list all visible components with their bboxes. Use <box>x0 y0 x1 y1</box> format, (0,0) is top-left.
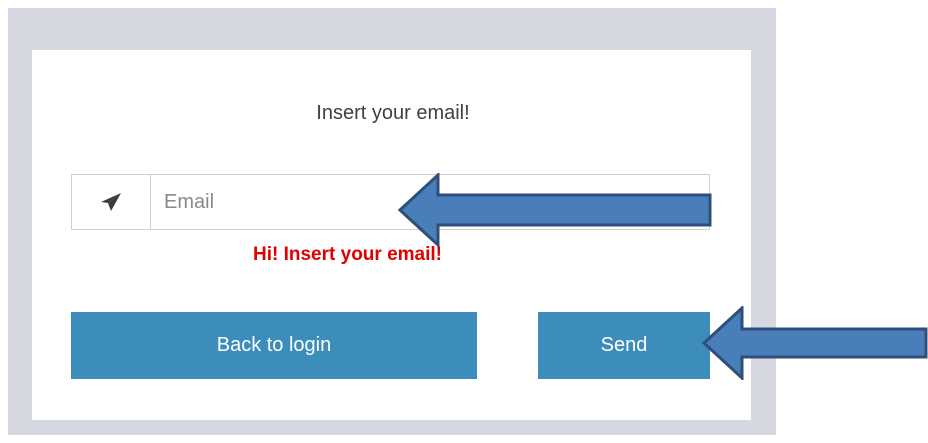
paper-plane-icon <box>72 175 151 229</box>
annotation-arrow-email <box>398 173 712 247</box>
error-message: Hi! Insert your email! <box>253 244 442 265</box>
form-title: Insert your email! <box>316 102 470 124</box>
back-to-login-button[interactable]: Back to login <box>71 312 477 379</box>
send-button[interactable]: Send <box>538 312 710 379</box>
annotation-arrow-send <box>702 306 928 380</box>
